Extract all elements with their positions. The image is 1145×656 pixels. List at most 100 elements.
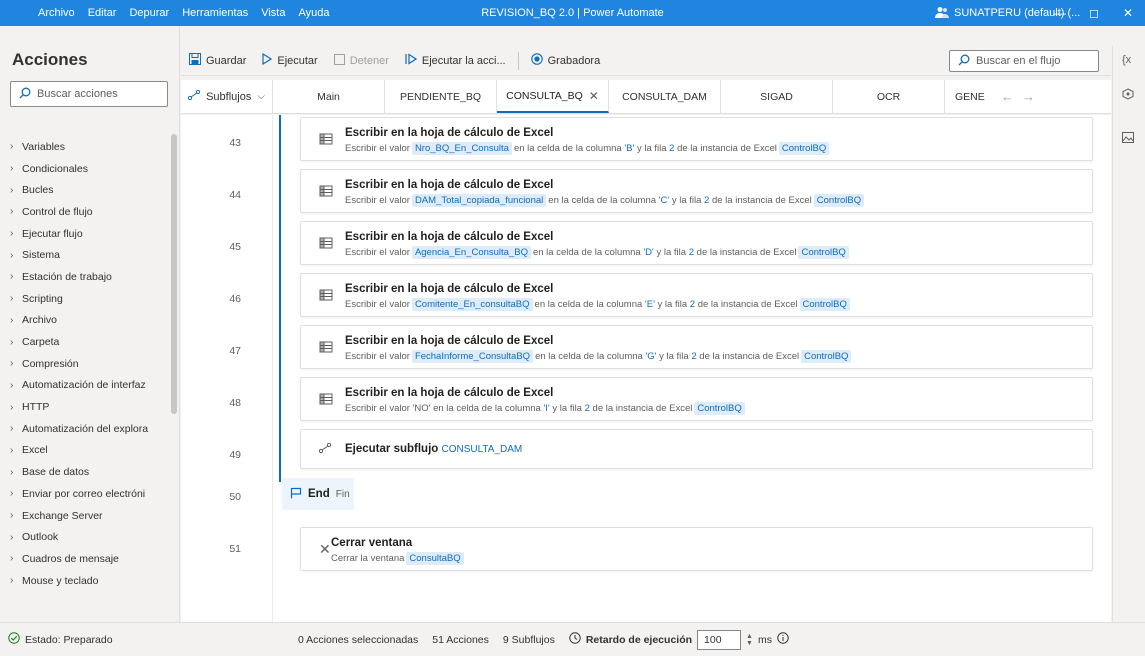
action-card[interactable]: Escribir en la hoja de cálculo de Excel … xyxy=(300,169,1093,213)
run-button[interactable]: Ejecutar xyxy=(254,52,325,68)
action-title: Escribir en la hoja de cálculo de Excel xyxy=(345,231,554,243)
desc-text: y la fila xyxy=(636,143,667,154)
menu-herramientas[interactable]: Herramientas xyxy=(182,7,248,19)
category-automatizacion-explorador[interactable]: › Automatización del explora xyxy=(0,418,170,440)
actions-panel-scrollbar[interactable] xyxy=(171,134,177,414)
action-title: Escribir en la hoja de cálculo de Excel xyxy=(345,283,554,295)
save-label: Guardar xyxy=(206,54,247,67)
chevron-down-icon[interactable]: ▼ xyxy=(746,640,753,647)
menu-vista[interactable]: Vista xyxy=(261,7,285,19)
menu-ayuda[interactable]: Ayuda xyxy=(298,7,329,19)
category-scripting[interactable]: › Scripting xyxy=(0,288,170,310)
run-next-action-button[interactable]: Ejecutar la acci... xyxy=(397,53,514,68)
tab-label: CONSULTA_DAM xyxy=(622,90,707,103)
desc-text: y la fila xyxy=(671,195,702,206)
images-icon[interactable] xyxy=(1122,132,1134,146)
chevron-right-icon: › xyxy=(10,206,14,218)
menu-archivo[interactable]: Archivo xyxy=(38,7,75,19)
tab-ocr[interactable]: OCR xyxy=(833,80,945,113)
stop-button[interactable]: Detener xyxy=(326,53,397,68)
category-compresion[interactable]: › Compresión xyxy=(0,353,170,375)
row-value: 2 xyxy=(584,403,590,414)
category-ejecutar-flujo[interactable]: › Ejecutar flujo xyxy=(0,223,170,245)
category-sistema[interactable]: › Sistema xyxy=(0,244,170,266)
column-value: 'B' xyxy=(624,143,635,154)
chevron-right-icon: › xyxy=(10,314,14,326)
tab-main[interactable]: Main xyxy=(273,80,385,113)
chevron-up-icon[interactable]: ▲ xyxy=(746,633,753,640)
category-variables[interactable]: › Variables xyxy=(0,136,170,158)
category-label: Ejecutar flujo xyxy=(22,227,83,240)
category-label: Bucles xyxy=(22,184,54,197)
column-value: 'E' xyxy=(644,299,655,310)
excel-write-icon xyxy=(319,132,333,146)
variables-pane-icon[interactable]: {x xyxy=(1122,54,1131,66)
category-mouse-y-teclado[interactable]: › Mouse y teclado xyxy=(0,570,170,592)
excel-write-icon xyxy=(319,340,333,354)
tab-consulta-dam[interactable]: CONSULTA_DAM xyxy=(609,80,721,113)
search-actions-input[interactable]: Buscar acciones xyxy=(10,81,168,107)
category-archivo[interactable]: › Archivo xyxy=(0,310,170,332)
close-window-button[interactable]: ✕ xyxy=(1111,0,1145,26)
end-block[interactable]: End Fin xyxy=(282,478,354,510)
line-number: 44 xyxy=(229,189,241,201)
subflow-link[interactable]: CONSULTA_DAM xyxy=(442,444,523,455)
action-card[interactable]: Escribir en la hoja de cálculo de Excel … xyxy=(300,325,1093,369)
delay-stepper[interactable]: ▲ ▼ xyxy=(746,633,753,647)
action-description: Escribir el valor Comitente_En_consultaBQ… xyxy=(345,298,852,311)
category-exchange-server[interactable]: › Exchange Server xyxy=(0,505,170,527)
row-value: 2 xyxy=(691,351,697,362)
menu-depurar[interactable]: Depurar xyxy=(129,7,169,19)
action-card[interactable]: Escribir en la hoja de cálculo de Excel … xyxy=(300,273,1093,317)
tab-label: GENE xyxy=(955,90,985,103)
action-title: Ejecutar subflujo CONSULTA_DAM xyxy=(345,443,522,455)
category-automatizacion-interfaz[interactable]: › Automatización de interfaz xyxy=(0,375,170,397)
category-control-de-flujo[interactable]: › Control de flujo xyxy=(0,201,170,223)
info-icon[interactable] xyxy=(777,632,789,647)
line-number-gutter: 43 44 45 46 47 48 49 50 51 xyxy=(181,115,273,622)
action-card-run-subflow[interactable]: Ejecutar subflujo CONSULTA_DAM xyxy=(300,429,1093,469)
action-card[interactable]: Escribir en la hoja de cálculo de Excel … xyxy=(300,221,1093,265)
action-card[interactable]: Escribir en la hoja de cálculo de Excel … xyxy=(300,117,1093,161)
desc-text: Escribir el valor xyxy=(345,143,410,154)
run-delay-input[interactable]: 100 xyxy=(697,629,742,650)
line-number: 48 xyxy=(229,397,241,409)
desc-text: de la instancia de Excel xyxy=(696,247,797,258)
category-condicionales[interactable]: › Condicionales xyxy=(0,158,170,180)
ui-elements-icon[interactable] xyxy=(1122,88,1134,103)
subflows-dropdown[interactable]: Subflujos ⌵ xyxy=(181,80,273,113)
save-button[interactable]: Guardar xyxy=(181,53,254,68)
chevron-right-icon: › xyxy=(10,531,14,543)
actions-panel-title: Acciones xyxy=(12,50,88,69)
action-card-close-window[interactable]: ✕ Cerrar ventana Cerrar la ventana Consul… xyxy=(300,527,1093,571)
run-delay-group: Retardo de ejecución 100 ▲ ▼ ms xyxy=(569,629,789,650)
category-label: Scripting xyxy=(22,292,63,305)
search-flow-input[interactable]: Buscar en el flujo xyxy=(949,50,1099,72)
recorder-button[interactable]: Grabadora xyxy=(523,53,609,68)
maximize-button[interactable]: ◻ xyxy=(1077,0,1111,26)
category-base-de-datos[interactable]: › Base de datos xyxy=(0,461,170,483)
tab-sigad[interactable]: SIGAD xyxy=(721,80,833,113)
play-icon xyxy=(262,52,273,68)
chevron-right-icon: › xyxy=(10,510,14,522)
category-enviar-correo[interactable]: › Enviar por correo electróni xyxy=(0,483,170,505)
category-excel[interactable]: › Excel xyxy=(0,440,170,462)
close-tab-icon[interactable]: ✕ xyxy=(589,89,599,103)
action-card[interactable]: Escribir en la hoja de cálculo de Excel … xyxy=(300,377,1093,421)
category-carpeta[interactable]: › Carpeta xyxy=(0,331,170,353)
arrow-right-icon[interactable]: → xyxy=(1022,89,1035,104)
desc-text: de la instancia de Excel xyxy=(711,195,812,206)
arrow-left-icon[interactable]: ← xyxy=(1001,89,1014,104)
category-http[interactable]: › HTTP xyxy=(0,396,170,418)
run-delay-label: Retardo de ejecución xyxy=(585,633,693,646)
category-bucles[interactable]: › Bucles xyxy=(0,179,170,201)
tab-consulta-bq[interactable]: CONSULTA_BQ ✕ xyxy=(497,80,609,113)
minimize-button[interactable]: — xyxy=(1043,0,1077,26)
menu-editar[interactable]: Editar xyxy=(88,7,117,19)
category-outlook[interactable]: › Outlook xyxy=(0,526,170,548)
tab-gene[interactable]: GENE xyxy=(945,80,995,113)
tab-pendiente-bq[interactable]: PENDIENTE_BQ xyxy=(385,80,497,113)
category-estacion-de-trabajo[interactable]: › Estación de trabajo xyxy=(0,266,170,288)
category-cuadros-de-mensaje[interactable]: › Cuadros de mensaje xyxy=(0,548,170,570)
action-category-list: › Variables › Condicionales › Bucles › Contr… xyxy=(0,136,170,591)
